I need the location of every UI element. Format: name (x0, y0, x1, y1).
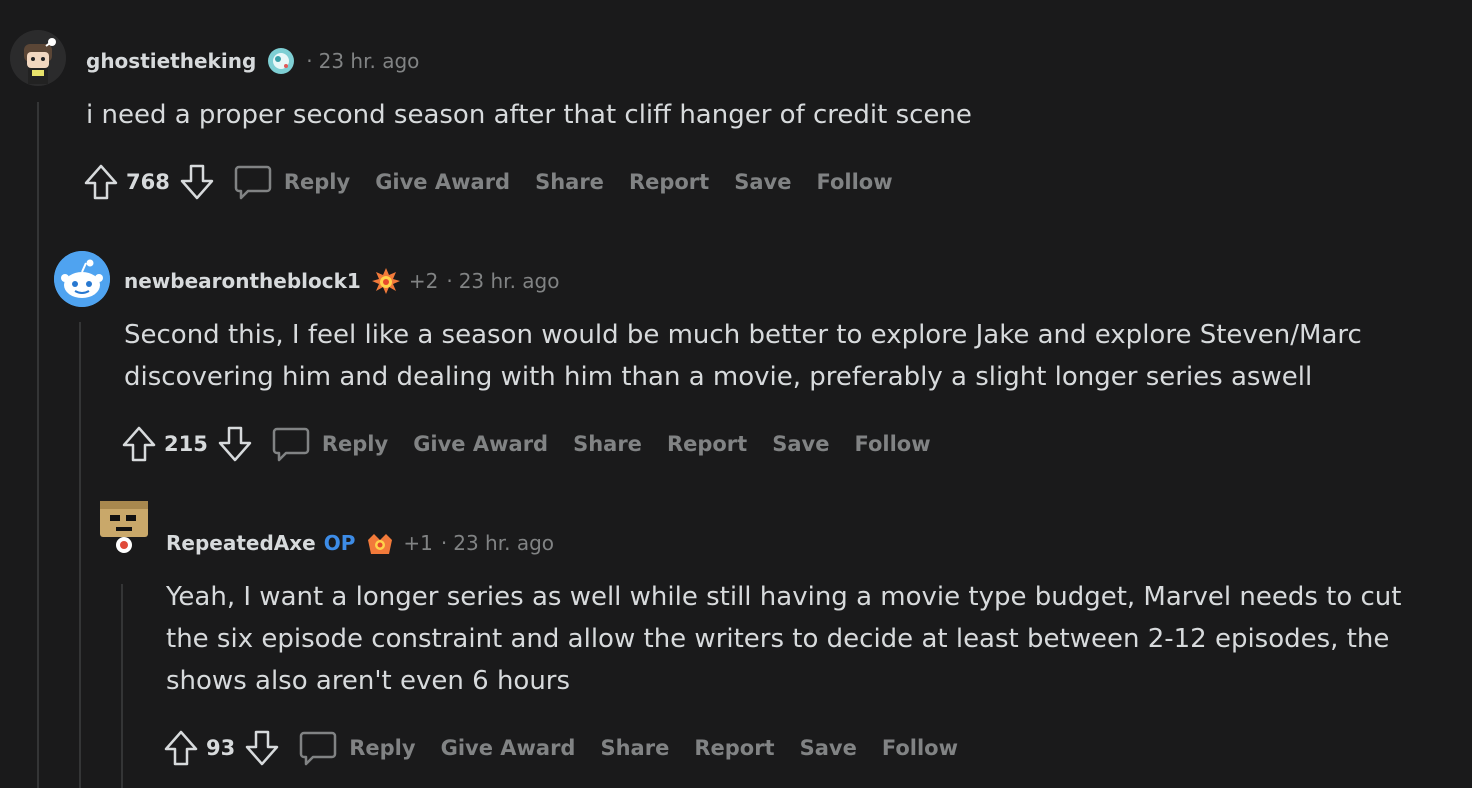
comment-body: Yeah, I want a longer series as well whi… (166, 582, 1402, 696)
timestamp[interactable]: 23 hr. ago (453, 531, 554, 555)
reply-label: Reply (283, 170, 351, 194)
vote-score: 93 (206, 736, 236, 760)
avatar-repeatedaxe[interactable] (96, 497, 152, 553)
reply-button[interactable]: Reply (272, 426, 388, 462)
comment-bubble-icon (234, 165, 272, 200)
comment-header: newbearontheblock1 +2 · 23 hr. ago (124, 266, 559, 296)
give-award-button[interactable]: Give Award (375, 170, 510, 194)
follow-button[interactable]: Follow (882, 736, 958, 760)
save-button[interactable]: Save (734, 170, 791, 194)
comment-body: i need a proper second season after that… (86, 100, 972, 130)
crown-award-icon (365, 528, 395, 558)
fire-award-icon (371, 266, 401, 296)
downvote-icon[interactable] (216, 425, 254, 463)
comment-actions: 93 Reply Give Award Share Report Save Fo… (162, 726, 958, 770)
vote-score: 768 (126, 170, 170, 194)
op-badge: OP (323, 531, 356, 555)
comment-actions: 768 Reply Give Award Share Report Save F… (82, 160, 893, 204)
username[interactable]: RepeatedAxe (166, 531, 316, 555)
timestamp[interactable]: 23 hr. ago (319, 49, 420, 73)
report-button[interactable]: Report (667, 432, 747, 456)
award-count[interactable]: +1 (403, 531, 432, 555)
upvote-icon[interactable] (82, 163, 120, 201)
circle-bubble-icon (266, 46, 296, 76)
avatar-ghostietheking[interactable] (10, 30, 66, 86)
vote-score: 215 (164, 432, 208, 456)
give-award-button[interactable]: Give Award (441, 736, 576, 760)
timestamp[interactable]: 23 hr. ago (459, 269, 560, 293)
avatar-newbearontheblock1[interactable] (54, 251, 110, 307)
thread-line-level-3[interactable] (121, 584, 123, 788)
comment-bubble-icon (299, 731, 337, 766)
thread-line-level-2[interactable] (79, 322, 81, 788)
reply-label: Reply (321, 432, 389, 456)
share-button[interactable]: Share (573, 432, 642, 456)
thread-line-level-1[interactable] (37, 102, 39, 788)
reply-label: Reply (349, 736, 416, 760)
separator-dot: · (446, 269, 453, 293)
comment-header: RepeatedAxe OP +1 · 23 hr. ago (166, 528, 554, 558)
follow-button[interactable]: Follow (854, 432, 930, 456)
comment-bubble-icon (272, 427, 310, 462)
comment-header: ghostietheking · 23 hr. ago (86, 46, 419, 76)
user-avatar-icon (10, 30, 66, 86)
username[interactable]: newbearontheblock1 (124, 269, 361, 293)
box-head-avatar-icon (100, 501, 148, 553)
comment-actions: 215 Reply Give Award Share Report Save F… (120, 422, 931, 466)
report-button[interactable]: Report (629, 170, 709, 194)
give-award-button[interactable]: Give Award (413, 432, 548, 456)
upvote-icon[interactable] (162, 729, 200, 767)
username[interactable]: ghostietheking (86, 49, 256, 73)
share-button[interactable]: Share (535, 170, 604, 194)
downvote-icon[interactable] (243, 729, 281, 767)
save-button[interactable]: Save (772, 432, 829, 456)
separator-dot: · (306, 49, 313, 73)
separator-dot: · (440, 531, 448, 555)
report-button[interactable]: Report (694, 736, 774, 760)
follow-button[interactable]: Follow (816, 170, 892, 194)
reply-button[interactable]: Reply (299, 730, 416, 766)
award-count[interactable]: +2 (409, 269, 438, 293)
save-button[interactable]: Save (800, 736, 857, 760)
comment-body: Second this, I feel like a season would … (124, 320, 1362, 392)
upvote-icon[interactable] (120, 425, 158, 463)
downvote-icon[interactable] (178, 163, 216, 201)
reply-button[interactable]: Reply (234, 164, 350, 200)
share-button[interactable]: Share (600, 736, 669, 760)
snoo-avatar-icon (54, 251, 110, 307)
